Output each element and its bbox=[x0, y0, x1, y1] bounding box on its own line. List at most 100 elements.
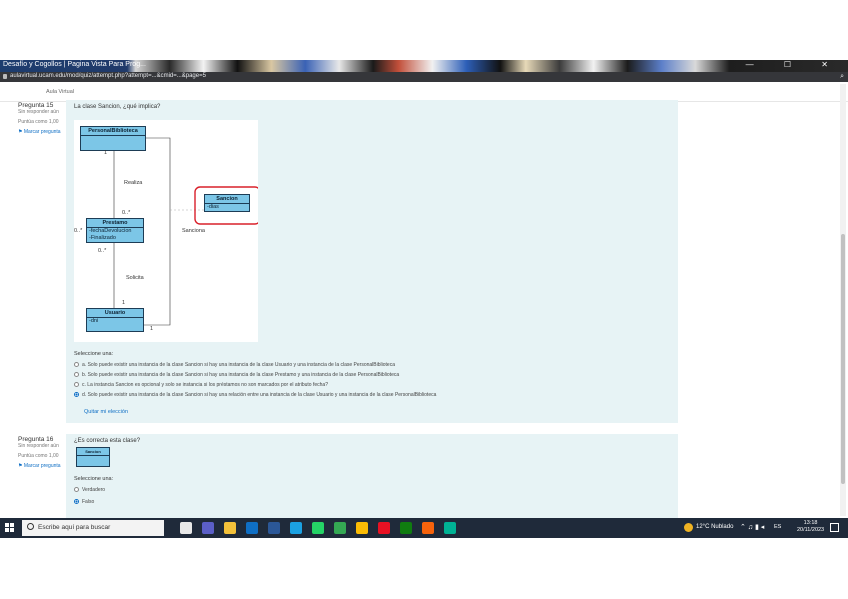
taskbar-app-app-red-icon[interactable] bbox=[378, 522, 390, 534]
search-icon bbox=[27, 523, 34, 530]
url-text[interactable]: aulavirtual.ucam.edu/mod/quiz/attempt.ph… bbox=[10, 73, 206, 79]
multiplicity-label: 0..* bbox=[122, 210, 131, 216]
class-title: Sancion bbox=[205, 195, 249, 204]
browser-tab-bar: Desafío y Cogollos | Pagina Vista Para P… bbox=[0, 60, 848, 72]
windows-taskbar: Escribe aquí para buscar 12°C Nublado ⌃ … bbox=[0, 518, 848, 538]
site-home-link[interactable]: Aula Virtual bbox=[46, 89, 74, 95]
class-title: PersonalBiblioteca bbox=[81, 127, 145, 136]
multiplicity-label: 1 bbox=[104, 150, 108, 156]
class-title: Sancion bbox=[77, 448, 109, 456]
radio-button[interactable] bbox=[74, 372, 79, 378]
window-controls[interactable]: — ☐ ✕ bbox=[746, 60, 842, 69]
uml-diagram: PersonalBiblioteca Prestamo -fechaDevolu… bbox=[74, 120, 258, 342]
answer-option-d[interactable]: d. Solo puede existir una instancia de l… bbox=[74, 392, 436, 398]
notifications-icon[interactable] bbox=[830, 523, 839, 532]
scrollbar-thumb[interactable] bbox=[841, 234, 845, 484]
association-label-sanciona: Sanciona bbox=[182, 228, 205, 234]
flag-question-link[interactable]: ⚑ Marcar pregunta bbox=[18, 129, 70, 136]
radio-button[interactable] bbox=[74, 362, 79, 368]
class-attr: -Finalizado bbox=[89, 235, 116, 241]
question-number: Pregunta 15 bbox=[18, 102, 54, 109]
radio-button[interactable] bbox=[74, 382, 79, 388]
question-text: La clase Sancion, ¿qué implica? bbox=[74, 104, 161, 110]
flag-label: Marcar pregunta bbox=[23, 463, 61, 469]
association-label-solicita: Solicita bbox=[126, 275, 144, 281]
page-scrollbar[interactable] bbox=[840, 84, 846, 516]
taskbar-app-whatsapp-icon[interactable] bbox=[312, 522, 324, 534]
select-one-label: Seleccione una: bbox=[74, 476, 114, 482]
weather-icon[interactable] bbox=[684, 523, 693, 532]
uml-class-usuario: Usuario -dni bbox=[86, 308, 144, 332]
uml-class-personalbiblioteca: PersonalBiblioteca bbox=[80, 126, 146, 151]
taskbar-app-explorer-icon[interactable] bbox=[224, 522, 236, 534]
taskbar-app-app-orange-icon[interactable] bbox=[422, 522, 434, 534]
option-text: Solo puede existir una instancia de la c… bbox=[87, 362, 395, 368]
class-title: Prestamo bbox=[87, 219, 143, 228]
multiplicity-label: 1 bbox=[150, 326, 154, 332]
multiplicity-label: 1 bbox=[122, 300, 126, 306]
class-attr: -fechaDevolucion bbox=[89, 228, 132, 234]
taskbar-app-teams-icon[interactable] bbox=[202, 522, 214, 534]
question-status: Sin responder aún bbox=[18, 443, 59, 449]
option-text: La instancia Sancion es opcional y solo … bbox=[87, 382, 328, 388]
answer-option-b[interactable]: b. Solo puede existir una instancia de l… bbox=[74, 372, 399, 378]
answer-option-true[interactable]: Verdadero bbox=[74, 487, 105, 493]
clock-time: 13:18 bbox=[803, 520, 818, 526]
remove-choice-link[interactable]: Quitar mi elección bbox=[84, 409, 128, 415]
flag-question-link[interactable]: ⚑ Marcar pregunta bbox=[18, 463, 70, 470]
question-points: Puntúa como 1,00 bbox=[18, 119, 59, 125]
question-status: Sin responder aún bbox=[18, 109, 59, 115]
address-bar[interactable]: aulavirtual.ucam.edu/mod/quiz/attempt.ph… bbox=[0, 72, 848, 82]
taskbar-app-edge-icon[interactable] bbox=[290, 522, 302, 534]
option-letter: d. bbox=[82, 392, 87, 398]
clock-date: 20/11/2023 bbox=[797, 527, 825, 533]
association-label-realiza: Realiza bbox=[124, 180, 143, 186]
option-text: Falso bbox=[82, 499, 95, 505]
option-letter: b. bbox=[82, 372, 87, 378]
screen: Desafío y Cogollos | Pagina Vista Para P… bbox=[0, 60, 848, 538]
radio-button[interactable] bbox=[74, 487, 79, 493]
answer-option-c[interactable]: c. La instancia Sancion es opcional y so… bbox=[74, 382, 328, 388]
question-number: Pregunta 16 bbox=[18, 436, 54, 443]
class-title: Usuario bbox=[87, 309, 143, 318]
uml-class-prestamo: Prestamo -fechaDevolucion -Finalizado bbox=[86, 218, 144, 243]
class-attr: -dni bbox=[89, 318, 99, 324]
search-icon[interactable]: ⌕ bbox=[840, 73, 844, 81]
flag-label: Marcar pregunta bbox=[23, 129, 61, 135]
class-attrs bbox=[77, 456, 109, 466]
option-letter: c. bbox=[82, 382, 86, 388]
taskbar-app-chrome-alt-icon[interactable] bbox=[356, 522, 368, 534]
language-indicator[interactable]: ES bbox=[774, 524, 781, 530]
taskbar-search-box[interactable]: Escribe aquí para buscar bbox=[22, 520, 164, 536]
option-text: Solo puede existir una instancia de la c… bbox=[87, 372, 400, 378]
weather-text[interactable]: 12°C Nublado bbox=[696, 524, 733, 530]
answer-option-a[interactable]: a. Solo puede existir una instancia de l… bbox=[74, 362, 395, 368]
question-16-info: Pregunta 16 Sin responder aún Puntúa com… bbox=[18, 436, 70, 470]
radio-button-selected[interactable] bbox=[74, 499, 79, 505]
taskbar-search-placeholder: Escribe aquí para buscar bbox=[38, 524, 111, 531]
taskbar-app-word-icon[interactable] bbox=[268, 522, 280, 534]
system-tray-icons[interactable]: ⌃ ♫ ▮ ◂ bbox=[740, 523, 764, 531]
question-16-card: ¿Es correcta esta clase? Sancion Selecci… bbox=[66, 434, 678, 518]
option-text: Verdadero bbox=[82, 487, 106, 493]
class-attr: -dias bbox=[207, 204, 219, 210]
lock-icon bbox=[3, 74, 7, 79]
taskbar-app-app-teal-icon[interactable] bbox=[444, 522, 456, 534]
question-points: Puntúa como 1,00 bbox=[18, 453, 59, 459]
taskbar-app-chrome-icon[interactable] bbox=[334, 522, 346, 534]
taskbar-app-store-icon[interactable] bbox=[246, 522, 258, 534]
answer-option-false[interactable]: Falso bbox=[74, 499, 94, 505]
taskbar-app-app-green-icon[interactable] bbox=[400, 522, 412, 534]
option-text: Solo puede existir una instancia de la c… bbox=[87, 392, 437, 398]
windows-start-icon[interactable] bbox=[5, 523, 15, 533]
option-letter: a. bbox=[82, 362, 87, 368]
clock[interactable]: 13:18 20/11/2023 bbox=[797, 520, 824, 534]
select-one-label: Seleccione una: bbox=[74, 351, 114, 357]
sanciona-line bbox=[144, 137, 171, 326]
class-attrs bbox=[81, 136, 145, 150]
taskbar-app-task-view-icon[interactable] bbox=[180, 522, 192, 534]
page-header: Aula Virtual bbox=[0, 82, 848, 102]
radio-button-selected[interactable] bbox=[74, 392, 79, 398]
uml-class-sancion: Sancion -dias bbox=[204, 194, 250, 212]
browser-tab[interactable]: Desafío y Cogollos | Pagina Vista Para P… bbox=[3, 61, 146, 68]
